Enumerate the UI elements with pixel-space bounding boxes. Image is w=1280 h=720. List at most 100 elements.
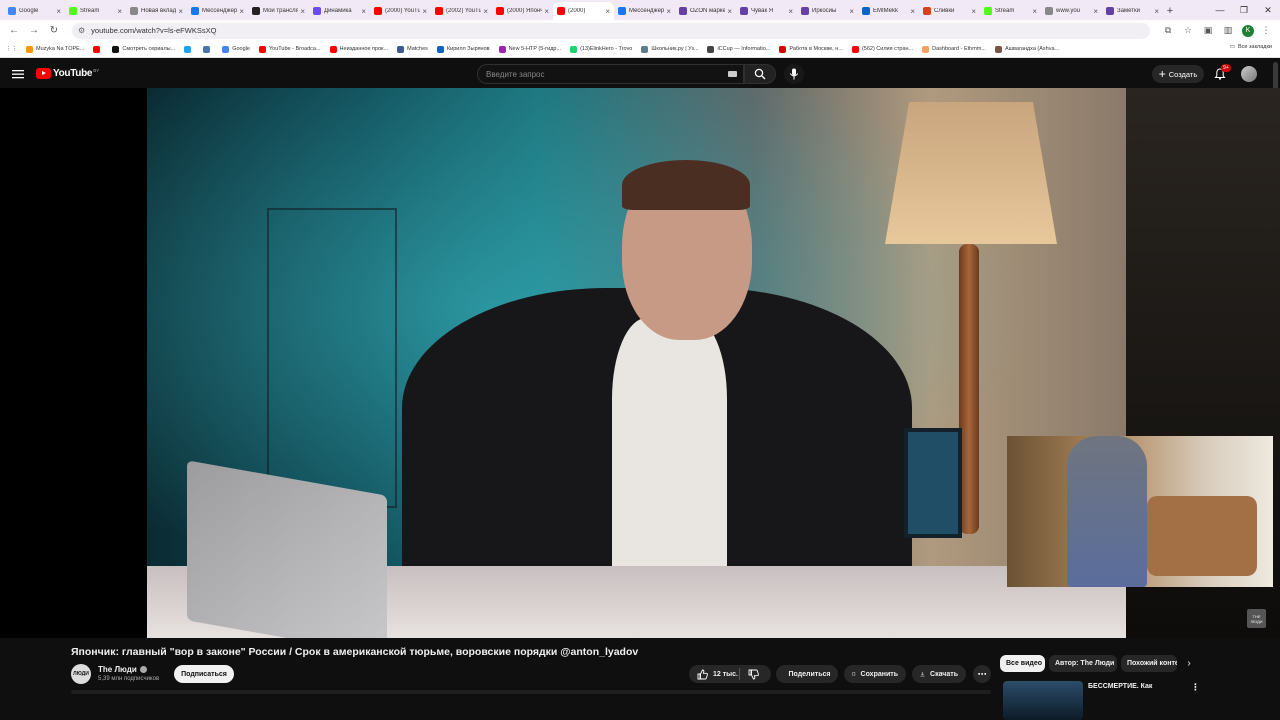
site-info-icon[interactable]: ⚙ bbox=[78, 26, 85, 35]
bookmark-item[interactable]: Ашвагандха (Ashva... bbox=[994, 45, 1059, 53]
bookmark-item[interactable]: iCCup — Informatio... bbox=[707, 45, 770, 53]
bookmark-item[interactable]: New 5-HTP (5-гидр... bbox=[498, 45, 561, 53]
bookmark-star-icon[interactable]: ☆ bbox=[1180, 23, 1196, 39]
close-window-button[interactable]: ✕ bbox=[1256, 0, 1280, 20]
bookmark-item[interactable]: Muzyka Na TOPE... bbox=[26, 45, 84, 53]
back-icon[interactable]: ← bbox=[6, 23, 22, 39]
subscribe-button[interactable]: Подписаться bbox=[174, 665, 234, 683]
save-button[interactable]: Сохранить bbox=[844, 665, 906, 683]
chevron-right-icon[interactable]: › bbox=[1182, 656, 1196, 670]
forward-icon[interactable]: → bbox=[26, 23, 42, 39]
bookmark-item[interactable]: Кирилл Зырянов bbox=[436, 45, 490, 53]
bookmark-item[interactable]: Dashboard - Ethmm... bbox=[922, 45, 986, 53]
extensions-icon[interactable]: ▣ bbox=[1200, 23, 1216, 39]
maximize-button[interactable]: ❐ bbox=[1232, 0, 1256, 20]
browser-tab[interactable]: Google × bbox=[4, 2, 65, 20]
channel-watermark[interactable]: THE ЛЮДИ bbox=[1247, 609, 1266, 628]
video-frame[interactable] bbox=[147, 88, 1126, 638]
tab-close-icon[interactable]: × bbox=[788, 7, 793, 16]
browser-tab[interactable]: Заметки × bbox=[1102, 2, 1163, 20]
bookmark-item[interactable]: Google bbox=[222, 45, 250, 53]
tab-close-icon[interactable]: × bbox=[727, 7, 732, 16]
new-tab-button[interactable]: + bbox=[1163, 2, 1177, 20]
chip-related[interactable]: Похожий контент bbox=[1121, 655, 1177, 672]
voice-search-button[interactable] bbox=[784, 64, 804, 84]
bookmark-item[interactable]: YouTube - Broadca... bbox=[258, 45, 321, 53]
youtube-logo[interactable]: YouTube BY bbox=[36, 68, 99, 79]
tab-close-icon[interactable]: × bbox=[1032, 7, 1037, 16]
browser-tab[interactable]: OZON маркет × bbox=[675, 2, 736, 20]
bookmark-item[interactable]: Школьник.ру | Уз... bbox=[641, 45, 698, 53]
picture-in-picture-window[interactable] bbox=[1007, 436, 1273, 587]
tab-close-icon[interactable]: × bbox=[544, 7, 549, 16]
tab-close-icon[interactable]: × bbox=[605, 7, 610, 16]
create-button[interactable]: + Создать bbox=[1152, 65, 1204, 83]
dislike-button[interactable] bbox=[742, 665, 770, 683]
bookmark-item[interactable] bbox=[203, 45, 213, 53]
download-button[interactable]: Скачать bbox=[912, 665, 966, 683]
hamburger-menu-icon[interactable] bbox=[11, 67, 25, 81]
tab-close-icon[interactable]: × bbox=[117, 7, 122, 16]
account-avatar[interactable] bbox=[1241, 66, 1257, 82]
bookmark-item[interactable] bbox=[93, 45, 103, 53]
kebab-menu-icon[interactable]: ⋮ bbox=[1258, 23, 1274, 39]
thumbs-up-icon[interactable] bbox=[697, 669, 708, 680]
tab-close-icon[interactable]: × bbox=[239, 7, 244, 16]
tab-close-icon[interactable]: × bbox=[1093, 7, 1098, 16]
bookmark-item[interactable]: Работа в Москве, н... bbox=[779, 45, 843, 53]
bookmark-item[interactable]: (13)ElinkHero - Trovo bbox=[570, 45, 632, 53]
more-actions-icon[interactable]: ⋯ bbox=[973, 665, 991, 683]
browser-tab[interactable]: Мессенджер × bbox=[187, 2, 248, 20]
browser-tab[interactable]: Динамика × bbox=[309, 2, 370, 20]
recommended-thumbnail[interactable] bbox=[1003, 681, 1083, 720]
tab-close-icon[interactable]: × bbox=[422, 7, 427, 16]
chip-all-videos[interactable]: Все видео bbox=[1000, 655, 1045, 672]
tab-close-icon[interactable]: × bbox=[1154, 7, 1159, 16]
tab-close-icon[interactable]: × bbox=[666, 7, 671, 16]
tab-close-icon[interactable]: × bbox=[910, 7, 915, 16]
tab-close-icon[interactable]: × bbox=[178, 7, 183, 16]
install-app-icon[interactable]: ⧉ bbox=[1160, 23, 1176, 39]
bookmark-item[interactable]: Matches bbox=[397, 45, 428, 53]
recommended-more-icon[interactable]: ⋮ bbox=[1191, 682, 1200, 693]
apps-icon[interactable]: ⋮⋮ bbox=[6, 46, 17, 52]
reload-icon[interactable]: ↻ bbox=[46, 23, 62, 39]
like-count[interactable]: 12 тыс. bbox=[713, 671, 738, 678]
bookmark-item[interactable] bbox=[184, 45, 194, 53]
bookmark-item[interactable]: Смотреть сериалы... bbox=[112, 45, 175, 53]
browser-tab[interactable]: Иркосиы × bbox=[797, 2, 858, 20]
tab-close-icon[interactable]: × bbox=[849, 7, 854, 16]
profile-avatar[interactable]: K bbox=[1242, 24, 1254, 37]
browser-tab[interactable]: www.you × bbox=[1041, 2, 1102, 20]
browser-tab[interactable]: Мои трансляции× bbox=[248, 2, 309, 20]
browser-tab[interactable]: (2000) Япончик× bbox=[492, 2, 553, 20]
bookmark-item[interactable]: Неизданное прок... bbox=[329, 45, 388, 53]
browser-tab[interactable]: Мессенджер × bbox=[614, 2, 675, 20]
minimize-button[interactable]: — bbox=[1208, 0, 1232, 20]
tab-close-icon[interactable]: × bbox=[971, 7, 976, 16]
browser-tab[interactable]: Сливки × bbox=[919, 2, 980, 20]
browser-tab[interactable]: Stream × bbox=[980, 2, 1041, 20]
bookmark-item[interactable]: (562) Силия стран... bbox=[851, 45, 913, 53]
browser-tab[interactable]: EMIMekk × bbox=[858, 2, 919, 20]
share-button[interactable]: Поделиться bbox=[776, 665, 838, 683]
search-input[interactable]: Введите запрос bbox=[477, 64, 744, 84]
chip-by-author[interactable]: Автор: The Люди bbox=[1049, 655, 1117, 672]
search-button[interactable] bbox=[744, 64, 776, 84]
keyboard-icon[interactable] bbox=[728, 71, 737, 77]
browser-tab[interactable]: (2000) × bbox=[553, 2, 614, 20]
channel-name-link[interactable]: The Люди bbox=[98, 665, 147, 674]
browser-tab[interactable]: Чувак Я × bbox=[736, 2, 797, 20]
all-bookmarks-button[interactable]: ▭ Все закладки bbox=[1230, 44, 1272, 50]
browser-tab[interactable]: Stream × bbox=[65, 2, 126, 20]
recommended-title[interactable]: БЕССМЕРТИЕ. Как bbox=[1088, 682, 1183, 700]
tab-close-icon[interactable]: × bbox=[300, 7, 305, 16]
sidebar-icon[interactable]: ▥ bbox=[1220, 23, 1236, 39]
tab-close-icon[interactable]: × bbox=[56, 7, 61, 16]
browser-tab[interactable]: Новая вкладка× bbox=[126, 2, 187, 20]
address-bar[interactable]: ⚙ youtube.com/watch?v=ls-eFWKSsXQ bbox=[72, 22, 1150, 39]
tab-close-icon[interactable]: × bbox=[361, 7, 366, 16]
channel-avatar[interactable]: ЛЮДИ bbox=[71, 664, 91, 684]
tab-close-icon[interactable]: × bbox=[483, 7, 488, 16]
browser-tab[interactable]: (2000) YouTube× bbox=[370, 2, 431, 20]
